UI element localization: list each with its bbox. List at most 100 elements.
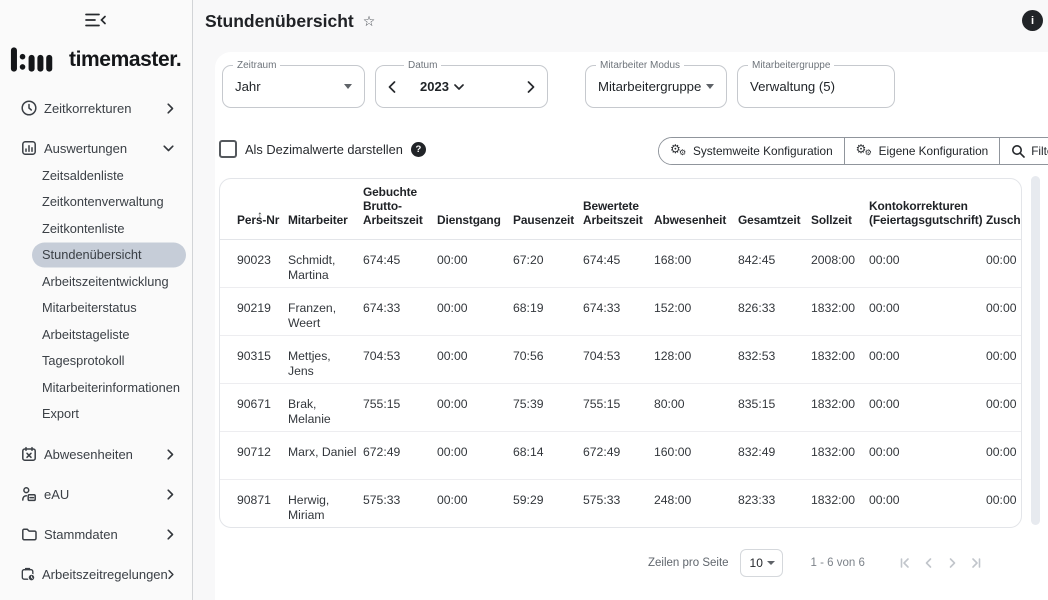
eigene-konfiguration-button[interactable]: ⚙⚙ Eigene Konfiguration	[844, 138, 1000, 164]
collapse-menu-icon[interactable]	[84, 11, 108, 29]
cell-zuschlaege: 00:00	[986, 335, 1022, 383]
sidebar-nav-top: Zeitkorrekturen Auswertungen	[0, 88, 192, 168]
sidebar-item-zeitkorrekturen[interactable]: Zeitkorrekturen	[0, 88, 192, 128]
mitarbeiter-modus-select[interactable]: Mitarbeiter Modus Mitarbeitergruppe	[585, 65, 727, 108]
hours-table: Pers-Nr ↑ Mitarbeiter Gebuchte Brutto-Ar…	[219, 178, 1022, 528]
cell-zuschlaege: 00:00	[986, 479, 1022, 527]
cell-pausenzeit: 68:14	[513, 431, 583, 479]
cell-sollzeit: 1832:00	[811, 287, 869, 335]
sidebar-item-export[interactable]: Export	[0, 401, 192, 428]
last-page-icon[interactable]	[968, 556, 982, 570]
decimal-option-row: Als Dezimalwerte darstellen ?	[219, 140, 426, 158]
sidebar-item-mitarbeiterstatus[interactable]: Mitarbeiterstatus	[0, 295, 192, 322]
sidebar-item-stammdaten[interactable]: Stammdaten	[0, 514, 192, 554]
cell-kontokorrekturen: 00:00	[869, 479, 986, 527]
cell-gebuchte-brutto-arbeitszeit: 674:33	[363, 287, 437, 335]
table-row: 90712 Marx, Daniel 672:49 00:00 68:14 67…	[220, 431, 1022, 479]
datum-control[interactable]: Datum 2023	[375, 65, 548, 108]
cell-kontokorrekturen: 00:00	[869, 335, 986, 383]
zeitraum-select[interactable]: Zeitraum Jahr	[222, 65, 365, 108]
cell-gebuchte-brutto-arbeitszeit: 672:49	[363, 431, 437, 479]
cell-pers-nr: 90671	[220, 383, 288, 431]
sidebar-item-label: eAU	[44, 487, 167, 502]
gears-icon: ⚙⚙	[670, 144, 687, 159]
cell-gesamtzeit: 842:45	[738, 239, 811, 287]
cell-mitarbeiter: Herwig, Miriam	[288, 479, 363, 527]
cell-sollzeit: 1832:00	[811, 383, 869, 431]
cell-mitarbeiter: Schmidt, Martina	[288, 239, 363, 287]
vertical-scrollbar[interactable]	[1031, 176, 1040, 525]
previous-page-icon[interactable]	[922, 556, 936, 570]
column-mitarbeiter[interactable]: Mitarbeiter	[288, 179, 363, 239]
dropdown-arrow-icon	[767, 561, 775, 565]
column-sollzeit[interactable]: Sollzeit	[811, 179, 869, 239]
prev-year-icon[interactable]	[388, 81, 396, 93]
first-page-icon[interactable]	[899, 556, 913, 570]
cell-kontokorrekturen: 00:00	[869, 239, 986, 287]
systemweite-konfiguration-button[interactable]: ⚙⚙ Systemweite Konfiguration	[659, 138, 844, 164]
app-root: timemaster. Zeitkorrekturen Auswertungen	[0, 0, 1048, 600]
sidebar-item-abwesenheiten[interactable]: Abwesenheiten	[0, 434, 192, 474]
sidebar-item-tagesprotokoll[interactable]: Tagesprotokoll	[0, 348, 192, 375]
logo-wordmark: timemaster.	[69, 48, 181, 72]
column-gebuchte-brutto-arbeitszeit[interactable]: Gebuchte Brutto-Arbeitszeit	[363, 179, 437, 239]
chevron-right-icon	[168, 569, 174, 580]
sidebar-item-arbeitszeitregelungen[interactable]: Arbeitszeitregelungen	[0, 554, 192, 594]
dropdown-arrow-icon	[344, 84, 352, 89]
pagination-range: 1 - 6 von 6	[811, 557, 865, 569]
column-pers-nr[interactable]: Pers-Nr ↑	[220, 179, 288, 239]
sidebar-item-label: Auswertungen	[44, 141, 163, 156]
sidebar-item-mitarbeiterinformationen[interactable]: Mitarbeiterinformationen	[0, 374, 192, 401]
sort-ascending-icon[interactable]: ↑	[257, 208, 263, 222]
sidebar-item-arbeitszeitentwicklung[interactable]: Arbeitszeitentwicklung	[0, 268, 192, 295]
cell-pausenzeit: 68:19	[513, 287, 583, 335]
table-row: 90219 Franzen, Weert 674:33 00:00 68:19 …	[220, 287, 1022, 335]
column-gesamtzeit[interactable]: Gesamtzeit	[738, 179, 811, 239]
cell-dienstgang: 00:00	[437, 431, 513, 479]
column-zuschlaege[interactable]: Zuschläge	[986, 179, 1022, 239]
table-row: 90871 Herwig, Miriam 575:33 00:00 59:29 …	[220, 479, 1022, 527]
filter-button[interactable]: Filter	[999, 138, 1048, 164]
gears-icon: ⚙⚙	[856, 144, 873, 159]
chevron-down-icon	[163, 145, 174, 152]
sidebar-item-zeitkontenliste[interactable]: Zeitkontenliste	[0, 215, 192, 242]
sidebar-item-zeitkontenverwaltung[interactable]: Zeitkontenverwaltung	[0, 189, 192, 216]
column-dienstgang[interactable]: Dienstgang	[437, 179, 513, 239]
table-row: 90315 Mettjes, Jens 704:53 00:00 70:56 7…	[220, 335, 1022, 383]
cell-abwesenheit: 128:00	[654, 335, 738, 383]
cell-dienstgang: 00:00	[437, 239, 513, 287]
next-page-icon[interactable]	[945, 556, 959, 570]
decimal-checkbox-label[interactable]: Als Dezimalwerte darstellen	[245, 142, 403, 157]
cell-mitarbeiter: Mettjes, Jens	[288, 335, 363, 383]
sidebar-item-label: Abwesenheiten	[44, 447, 167, 462]
help-icon[interactable]: ?	[411, 142, 426, 157]
cell-pers-nr: 90315	[220, 335, 288, 383]
bar-chart-icon	[20, 139, 38, 157]
timemaster-logo-mark	[10, 47, 62, 72]
sidebar-sub-list: Zeitsaldenliste Zeitkontenverwaltung Zei…	[0, 162, 192, 427]
rows-per-page-select[interactable]: 10	[740, 549, 783, 577]
column-kontokorrekturen[interactable]: Kontokorrekturen (Feiertagsgutschrift)	[869, 179, 986, 239]
sidebar-item-arbeitstageliste[interactable]: Arbeitstageliste	[0, 321, 192, 348]
column-bewertete-arbeitszeit[interactable]: Bewertete Arbeitszeit	[583, 179, 654, 239]
sidebar-item-zeitsaldenliste[interactable]: Zeitsaldenliste	[0, 162, 192, 189]
mitarbeitergruppe-field[interactable]: Mitarbeitergruppe Verwaltung (5)	[737, 65, 895, 108]
column-pausenzeit[interactable]: Pausenzeit	[513, 179, 583, 239]
cell-gesamtzeit: 823:33	[738, 479, 811, 527]
column-abwesenheit[interactable]: Abwesenheit	[654, 179, 738, 239]
sidebar-item-stundenuebersicht[interactable]: Stundenübersicht	[0, 242, 192, 269]
info-icon[interactable]: i	[1022, 10, 1043, 31]
sidebar-item-eau[interactable]: eAU	[0, 474, 192, 514]
next-year-icon[interactable]	[527, 81, 535, 93]
decimal-checkbox[interactable]	[219, 140, 237, 158]
year-dropdown[interactable]: 2023	[420, 79, 464, 94]
chevron-right-icon	[167, 449, 174, 460]
cell-mitarbeiter: Marx, Daniel	[288, 431, 363, 479]
cell-pers-nr: 90871	[220, 479, 288, 527]
dropdown-arrow-icon	[706, 84, 714, 89]
clock-icon	[20, 99, 38, 117]
cell-kontokorrekturen: 00:00	[869, 383, 986, 431]
sidebar-item-label: Zeitkorrekturen	[44, 101, 167, 116]
favorite-star-icon[interactable]: ☆	[363, 13, 376, 30]
cell-dienstgang: 00:00	[437, 383, 513, 431]
